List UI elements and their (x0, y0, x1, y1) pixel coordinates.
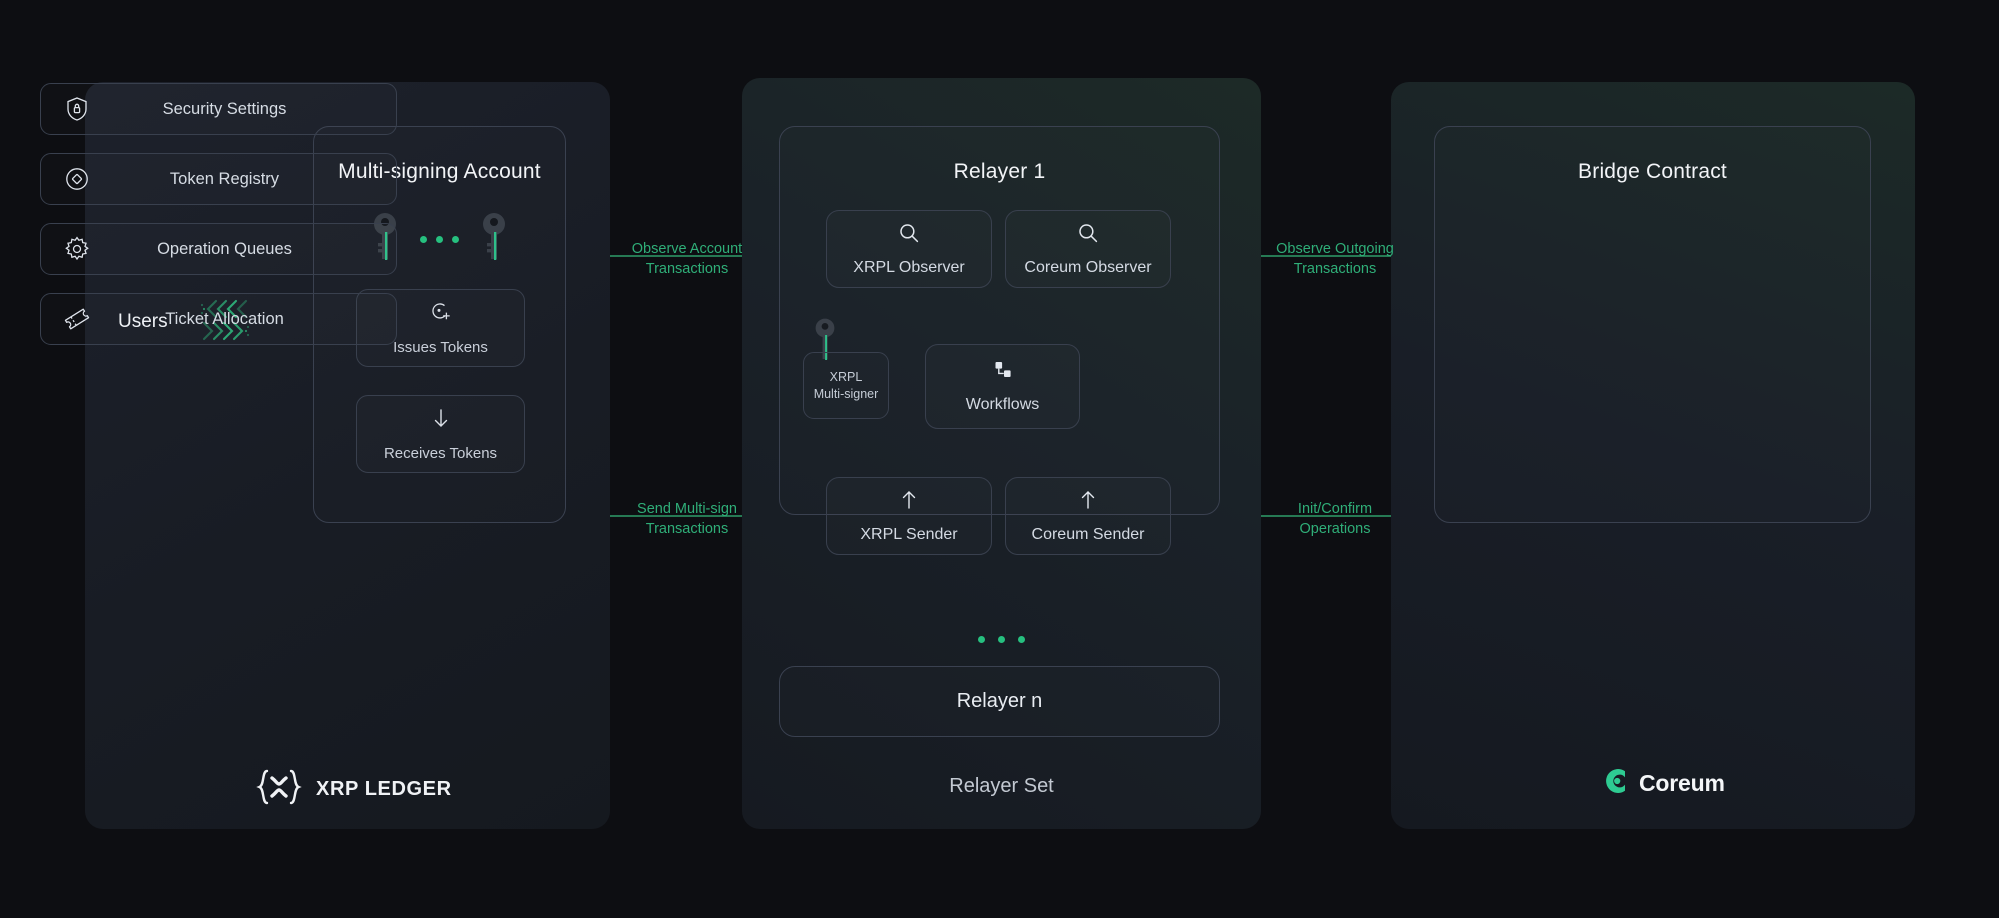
coreum-sender-node[interactable]: Coreum Sender (1005, 477, 1171, 555)
connector-label-line1: Init/Confirm (1240, 500, 1430, 520)
receives-tokens-card[interactable]: Receives Tokens (356, 395, 525, 473)
bridge-row-operation-queues[interactable]: Operation Queues (40, 223, 397, 275)
ellipsis-dots-icon (742, 636, 1261, 643)
issues-tokens-label: Issues Tokens (393, 339, 488, 356)
magnifier-icon (1077, 222, 1099, 249)
connector-label-init-confirm: Init/Confirm Operations (1240, 500, 1430, 539)
xrpl-observer-label: XRPL Observer (853, 259, 964, 277)
xrpl-sender-node[interactable]: XRPL Sender (826, 477, 992, 555)
connector-label-line1: Send Multi-sign (592, 500, 782, 520)
relayer-1-title: Relayer 1 (780, 160, 1219, 184)
bridge-row-label: Security Settings (113, 100, 396, 119)
bridge-contract-title: Bridge Contract (1435, 160, 1870, 184)
coin-plus-icon (430, 301, 452, 328)
gear-icon (41, 236, 113, 262)
relayer-set-footer-label: Relayer Set (742, 775, 1261, 798)
coreum-observer-node[interactable]: Coreum Observer (1005, 210, 1171, 288)
bridge-contract-card: Bridge Contract (1434, 126, 1871, 523)
xrp-ledger-brand-label: XRP LEDGER (316, 778, 452, 801)
ellipsis-dots-icon (420, 236, 459, 243)
shield-lock-icon (41, 96, 113, 122)
coreum-brand-label: Coreum (1639, 770, 1725, 797)
relayer-n-label: Relayer n (957, 690, 1043, 713)
workflows-label: Workflows (966, 396, 1040, 414)
key-icon (481, 212, 507, 267)
relayer-n-card[interactable]: Relayer n (779, 666, 1220, 737)
bridge-row-label: Token Registry (113, 170, 396, 189)
xrpl-multi-signer-label-line2: Multi-signer (814, 386, 879, 403)
connector-label-line1: Observe Account (592, 240, 782, 260)
connector-label-line2: Transactions (592, 520, 782, 540)
bridge-row-token-registry[interactable]: Token Registry (40, 153, 397, 205)
xrpl-multi-signer-label-line1: XRPL (830, 369, 863, 386)
magnifier-icon (898, 222, 920, 249)
xrp-ledger-brand: XRP LEDGER (255, 767, 452, 812)
connector-label-line1: Observe Outgoing (1240, 240, 1430, 260)
relayer-1-card: Relayer 1 (779, 126, 1220, 515)
connector-label-send-multisign: Send Multi-sign Transactions (592, 500, 782, 539)
diagram-canvas: Users (0, 0, 1999, 918)
connector-label-observe-outgoing: Observe Outgoing Transactions (1240, 240, 1430, 279)
coreum-logo-icon (1604, 767, 1630, 800)
xrpl-sender-label: XRPL Sender (860, 526, 957, 544)
diamond-circle-icon (41, 166, 113, 192)
connector-label-line2: Transactions (1240, 260, 1430, 280)
bridge-row-label: Ticket Allocation (113, 310, 396, 329)
xrpl-multi-signer-node[interactable]: XRPL Multi-signer (803, 352, 889, 419)
xrp-ledger-logo-icon (255, 767, 303, 812)
connector-label-line2: Transactions (592, 260, 782, 280)
coreum-brand: Coreum (1604, 767, 1725, 800)
arrow-down-icon (431, 407, 451, 434)
bridge-row-label: Operation Queues (113, 240, 396, 259)
connector-label-observe-account: Observe Account Transactions (592, 240, 782, 279)
connector-label-line2: Operations (1240, 520, 1430, 540)
bridge-row-ticket-allocation[interactable]: Ticket Allocation (40, 293, 397, 345)
workflow-nodes-icon (991, 359, 1015, 386)
coreum-observer-label: Coreum Observer (1024, 259, 1151, 277)
ticket-icon (41, 306, 113, 332)
arrow-up-icon (899, 489, 919, 516)
coreum-sender-label: Coreum Sender (1032, 526, 1145, 544)
bridge-row-security-settings[interactable]: Security Settings (40, 83, 397, 135)
xrpl-observer-node[interactable]: XRPL Observer (826, 210, 992, 288)
workflows-node[interactable]: Workflows (925, 344, 1080, 429)
arrow-up-icon (1078, 489, 1098, 516)
receives-tokens-label: Receives Tokens (384, 445, 497, 462)
